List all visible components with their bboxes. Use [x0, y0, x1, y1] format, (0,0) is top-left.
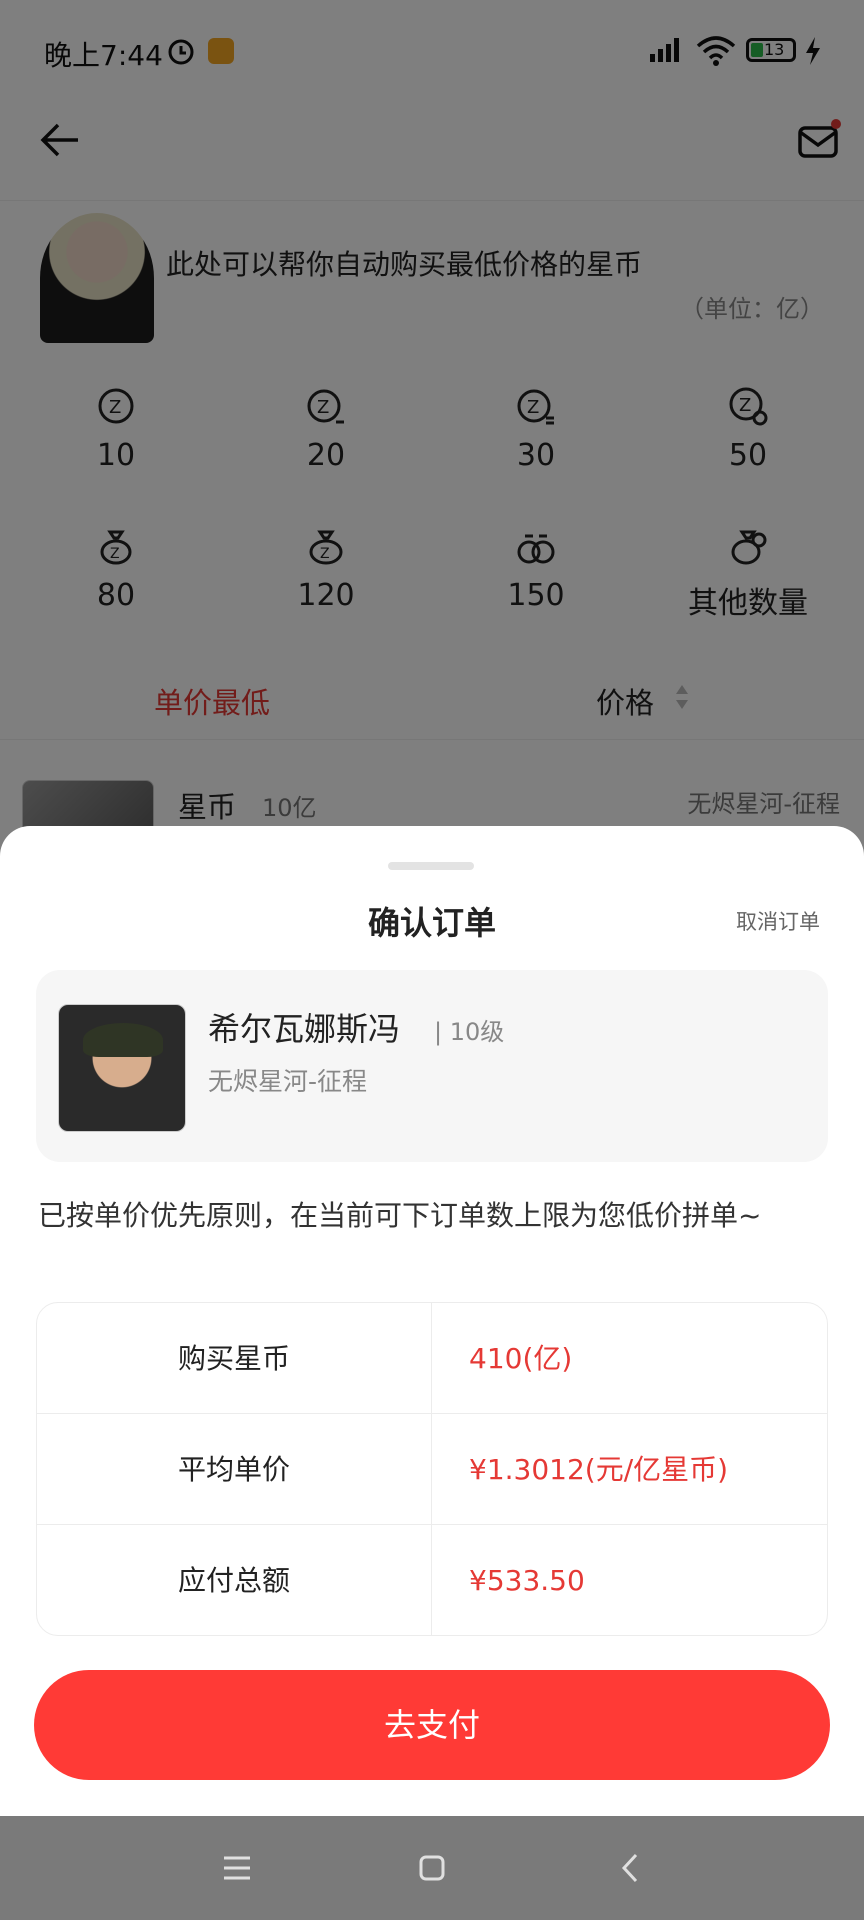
summary-label: 应付总额	[37, 1525, 432, 1635]
role-name: 希尔瓦娜斯冯	[208, 1010, 401, 1048]
menu-icon[interactable]	[222, 1854, 252, 1882]
summary-value: ¥1.3012(元/亿星币)	[469, 1453, 729, 1486]
summary-row: 购买星币 410(亿)	[37, 1303, 827, 1414]
sheet-title: 确认订单	[367, 904, 496, 942]
pay-button[interactable]: 去支付	[34, 1670, 830, 1780]
role-card: 希尔瓦娜斯冯 | 10级 无烬星河-征程	[36, 970, 828, 1162]
summary-label: 平均单价	[37, 1414, 432, 1525]
confirm-order-sheet: 确认订单 取消订单 希尔瓦娜斯冯 | 10级 无烬星河-征程 已按单价优先原则，…	[0, 826, 864, 1816]
order-summary-table: 购买星币 410(亿) 平均单价 ¥1.3012(元/亿星币) 应付总额 ¥53…	[36, 1302, 828, 1636]
summary-row: 应付总额 ¥533.50	[37, 1525, 827, 1635]
home-icon[interactable]	[418, 1854, 446, 1882]
nav-back-icon[interactable]	[618, 1852, 642, 1884]
system-nav-bar	[0, 1816, 864, 1920]
role-server: 无烬星河-征程	[208, 1067, 368, 1096]
summary-value: 410(亿)	[469, 1342, 573, 1375]
cancel-order-button[interactable]: 取消订单	[736, 906, 820, 936]
summary-label: 购买星币	[37, 1303, 432, 1414]
drag-handle[interactable]	[388, 862, 474, 870]
role-avatar	[58, 1004, 186, 1132]
order-notice: 已按单价优先原则，在当前可下订单数上限为您低价拼单~	[38, 1199, 762, 1232]
summary-row: 平均单价 ¥1.3012(元/亿星币)	[37, 1414, 827, 1525]
role-level: | 10级	[434, 1018, 505, 1046]
summary-value: ¥533.50	[469, 1564, 585, 1597]
